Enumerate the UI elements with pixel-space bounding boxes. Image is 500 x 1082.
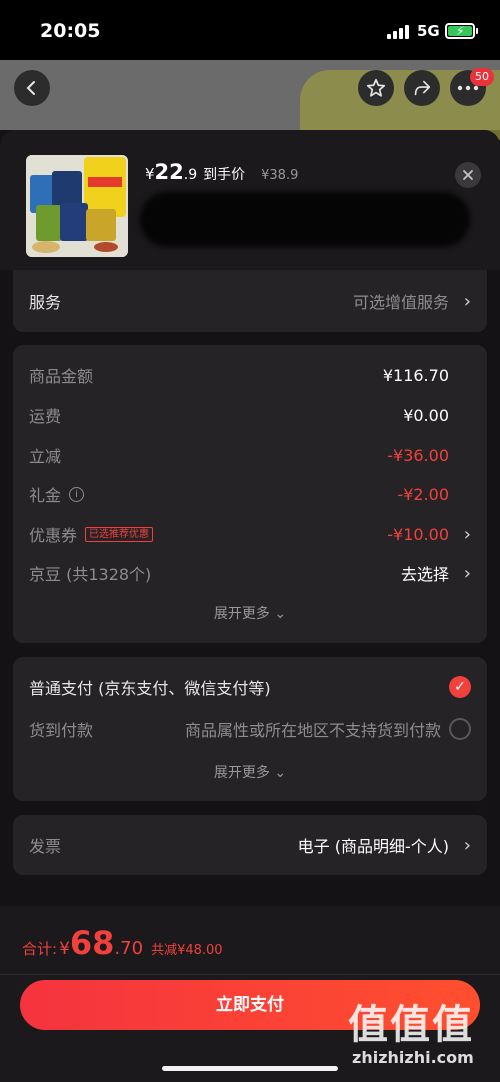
expand-more-payment[interactable]: 展开更多 ⌄ — [13, 762, 487, 782]
checkout-bar: 合计: ¥ 68 .70 共减¥48.00 立即支付 值值值 zhizhizhi… — [0, 906, 500, 1082]
total-saved: 共减¥48.00 — [151, 943, 223, 958]
payment-card: 普通支付 (京东支付、微信支付等) ✓ 货到付款 商品属性或所在地区不支持货到付… — [13, 657, 487, 801]
expand-more-amounts[interactable]: 展开更多 ⌄ — [13, 603, 487, 623]
invoice-card[interactable]: 发票 电子 (商品明细-个人) › — [13, 815, 487, 875]
service-card[interactable]: 服务 可选增值服务 › — [13, 270, 487, 332]
amounts-card: 商品金额 ¥116.70 运费 ¥0.00 立减 -¥36.00 礼金 i -¥2.00 … — [13, 345, 487, 643]
watermark-logo: 值值值 zhizhizhi.com — [348, 1002, 474, 1067]
redacted-product-title — [140, 192, 470, 247]
battery-icon: ⚡ — [445, 23, 475, 39]
order-total: 合计: ¥ 68 .70 共减¥48.00 — [22, 924, 223, 962]
home-indicator[interactable] — [162, 1066, 338, 1071]
info-icon[interactable]: i — [69, 486, 85, 502]
close-button[interactable] — [455, 162, 481, 188]
invoice-row[interactable]: 发票 电子 (商品明细-个人) › — [29, 830, 471, 860]
chevron-right-icon: › — [463, 523, 471, 545]
chevron-left-icon — [26, 81, 35, 95]
network-label: 5G — [417, 22, 440, 40]
share-icon — [414, 80, 431, 96]
status-bar: 20:05 5G ⚡ — [0, 0, 500, 60]
more-dots-icon — [457, 85, 479, 91]
status-time: 20:05 — [40, 20, 101, 42]
close-icon — [463, 170, 473, 180]
amount-row-jingdou[interactable]: 京豆 (共1328个) 去选择 › — [29, 558, 471, 588]
share-button[interactable] — [404, 70, 440, 106]
favorite-button[interactable] — [358, 70, 394, 106]
sheet-product-summary: ¥22.9 到手价 ¥38.9 — [0, 130, 500, 270]
amount-row-gift: 礼金 i -¥2.00 — [29, 484, 449, 506]
amount-row-coupon[interactable]: 优惠券 已选推荐优惠 -¥10.00 › — [29, 519, 471, 549]
chevron-right-icon: › — [463, 290, 471, 312]
chevron-right-icon: › — [463, 834, 471, 856]
amount-row-shipping: 运费 ¥0.00 — [29, 405, 449, 427]
payment-option-cod: 货到付款 商品属性或所在地区不支持货到付款 — [29, 714, 471, 744]
checked-icon[interactable]: ✓ — [449, 676, 471, 698]
chevron-right-icon: › — [463, 562, 471, 584]
original-price: ¥38.9 — [261, 168, 299, 183]
signal-icon — [387, 25, 411, 39]
coupon-tag: 已选推荐优惠 — [85, 526, 154, 542]
message-badge: 50 — [470, 68, 494, 86]
back-button[interactable] — [14, 70, 50, 106]
amount-row-discount: 立减 -¥36.00 — [29, 445, 449, 467]
payment-option-normal[interactable]: 普通支付 (京东支付、微信支付等) ✓ — [29, 672, 471, 702]
service-row[interactable]: 服务 可选增值服务 › — [29, 286, 471, 316]
product-thumbnail — [26, 155, 128, 257]
star-icon — [366, 78, 386, 97]
unchecked-icon — [449, 718, 471, 740]
product-price: ¥22.9 到手价 ¥38.9 — [145, 160, 299, 184]
amount-row-goods: 商品金额 ¥116.70 — [29, 365, 449, 387]
